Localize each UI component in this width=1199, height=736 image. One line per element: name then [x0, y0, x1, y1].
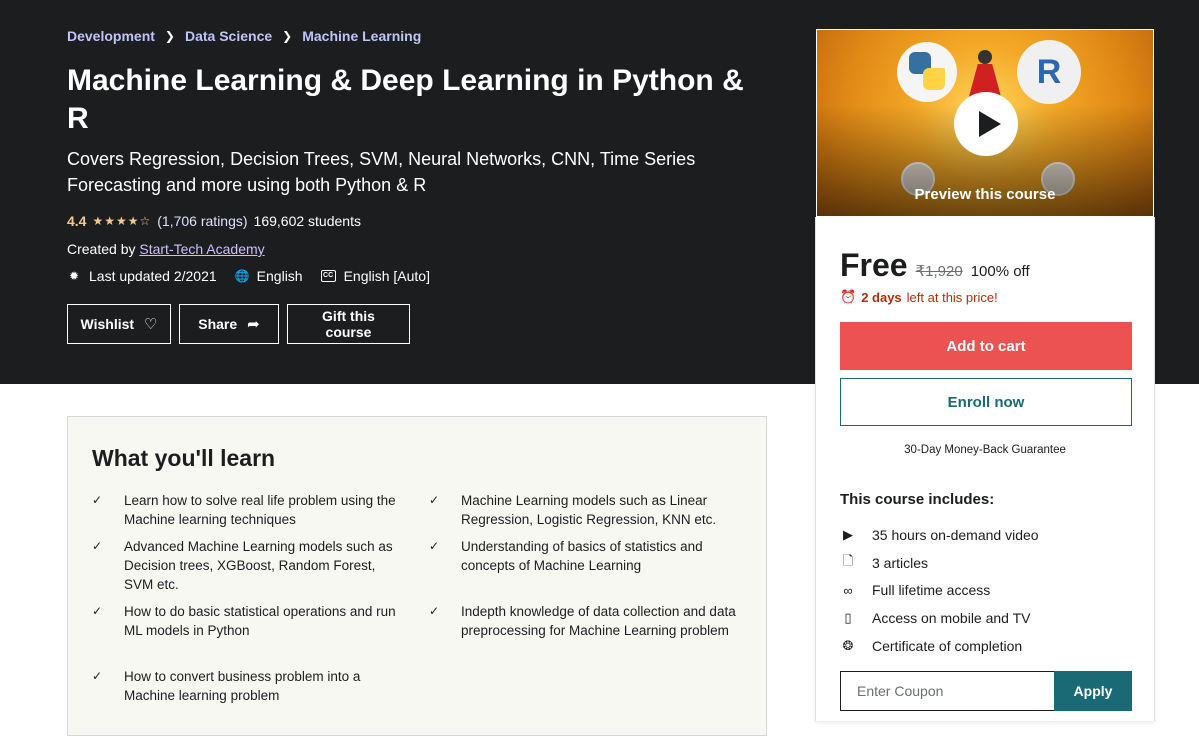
alert-badge-icon: ✹: [68, 269, 80, 283]
alarm-clock-icon: ⏰: [840, 289, 857, 304]
breadcrumb-machine-learning[interactable]: Machine Learning: [302, 28, 421, 44]
share-button[interactable]: Share ➦: [179, 304, 279, 344]
check-icon: ✓: [92, 669, 103, 683]
check-icon: ✓: [429, 493, 440, 507]
course-captions: CC English [Auto]: [320, 268, 430, 284]
learn-item: ✓ Indepth knowledge of data collection an…: [429, 602, 739, 640]
learn-text: Understanding of basics of statistics an…: [461, 539, 703, 573]
check-icon: ✓: [429, 539, 440, 553]
check-icon: ✓: [92, 539, 103, 553]
learn-text: Learn how to solve real life problem usi…: [124, 493, 396, 527]
learn-item: ✓ Learn how to solve real life problem us…: [92, 491, 402, 529]
check-icon: ✓: [92, 493, 103, 507]
chevron-right-icon: ❯: [282, 29, 293, 43]
check-icon: ✓: [92, 604, 103, 618]
add-to-cart-button[interactable]: Add to cart: [840, 322, 1132, 370]
created-by-label: Created by: [67, 241, 136, 257]
current-price: Free: [840, 247, 908, 283]
include-text: 3 articles: [872, 554, 929, 571]
course-title: Machine Learning & Deep Learning in Pyth…: [67, 64, 744, 135]
learn-text: Machine Learning models such as Linear R…: [461, 493, 717, 527]
video-icon: ▶︎: [843, 526, 853, 542]
include-item: ▶︎ 35 hours on-demand video: [840, 521, 1039, 549]
original-price: ₹1,920: [915, 263, 963, 280]
course-language: 🌐 English: [235, 268, 303, 284]
what-youll-learn: What you'll learn ✓ Learn how to solve re…: [67, 416, 767, 736]
course-subtitle: Covers Regression, Decision Trees, SVM, …: [67, 149, 696, 195]
certificate-icon: ❂: [842, 638, 854, 654]
learn-item: ✓ How to convert business problem into a …: [92, 667, 402, 705]
apply-coupon-button[interactable]: Apply: [1054, 671, 1132, 711]
include-text: 35 hours on-demand video: [872, 526, 1039, 543]
closed-captions-icon: CC: [320, 270, 336, 282]
deadline-text: left at this price!: [906, 289, 998, 305]
money-back-guarantee: 30-Day Money-Back Guarantee: [904, 444, 1066, 456]
course-meta: ✹ Last updated 2/2021 🌐 English CC Engli…: [67, 268, 430, 284]
infinity-icon: ∞: [843, 582, 853, 598]
file-icon: 🗋: [842, 552, 854, 568]
last-updated: ✹ Last updated 2/2021: [67, 268, 217, 284]
gift-label: Gift this course: [322, 308, 375, 340]
breadcrumb-development[interactable]: Development: [67, 28, 155, 44]
learn-item: ✓ Understanding of basics of statistics a…: [429, 537, 739, 575]
include-item: ∞ Full lifetime access: [840, 577, 1039, 605]
include-item: 🗋 3 articles: [840, 549, 1039, 577]
check-icon: ✓: [429, 604, 440, 618]
ratings-count-link[interactable]: (1,706 ratings): [157, 213, 247, 229]
learn-title: What you'll learn: [92, 445, 276, 471]
preview-label: Preview this course: [914, 186, 1056, 203]
purchase-card: Free ₹1,920 100% off ⏰ 2 days left at th…: [815, 217, 1155, 721]
heart-icon: ♡: [144, 316, 158, 333]
share-label: Share: [198, 316, 238, 332]
hero-actions: Wishlist ♡ Share ➦ Gift this course: [67, 304, 410, 344]
globe-icon: 🌐: [234, 269, 250, 283]
rating-value: 4.4: [67, 213, 87, 229]
enroll-now-button[interactable]: Enroll now: [840, 378, 1132, 426]
breadcrumb: Development ❯ Data Science ❯ Machine Lea…: [67, 28, 421, 44]
learn-list-right: ✓ Machine Learning models such as Linear …: [429, 491, 739, 648]
deadline-days: 2 days: [861, 289, 902, 305]
include-text: Certificate of completion: [872, 638, 1023, 655]
learn-text: How to convert business problem into a M…: [124, 669, 361, 703]
includes-list: ▶︎ 35 hours on-demand video 🗋 3 articles…: [840, 521, 1039, 660]
wishlist-button[interactable]: Wishlist ♡: [67, 304, 171, 344]
share-arrow-icon: ➦: [247, 316, 260, 333]
students-count: 169,602 students: [253, 213, 361, 229]
mobile-icon: ▯: [844, 610, 852, 626]
include-item: ▯ Access on mobile and TV: [840, 604, 1039, 632]
discount-percent: 100% off: [970, 263, 1030, 280]
captions-text: English [Auto]: [343, 268, 430, 284]
price-deadline: ⏰ 2 days left at this price!: [840, 289, 998, 305]
play-icon[interactable]: [954, 92, 1018, 156]
last-updated-text: Last updated 2/2021: [89, 268, 217, 284]
instructor-link[interactable]: Start-Tech Academy: [139, 241, 264, 257]
learn-text: Indepth knowledge of data collection and…: [461, 604, 736, 638]
price-row: Free ₹1,920 100% off: [840, 247, 1030, 284]
learn-item: ✓ How to do basic statistical operations …: [92, 602, 402, 640]
chevron-right-icon: ❯: [164, 29, 175, 43]
learn-list-left: ✓ Learn how to solve real life problem us…: [92, 491, 402, 713]
coupon-form: Apply: [840, 671, 1132, 711]
learn-text: Advanced Machine Learning models such as…: [124, 539, 393, 592]
include-text: Access on mobile and TV: [872, 610, 1031, 627]
star-rating-icon: ★★★★☆: [92, 214, 152, 228]
learn-item: ✓ Machine Learning models such as Linear …: [429, 491, 739, 529]
includes-title: This course includes:: [840, 491, 995, 508]
wishlist-label: Wishlist: [80, 316, 135, 332]
rating-row: 4.4 ★★★★☆ (1,706 ratings) 169,602 studen…: [67, 213, 361, 229]
created-by: Created by Start-Tech Academy: [67, 241, 265, 257]
course-preview-video[interactable]: R Preview this course: [816, 29, 1154, 217]
include-item: ❂ Certificate of completion: [840, 632, 1039, 660]
language-text: English: [256, 268, 303, 284]
gift-course-button[interactable]: Gift this course: [287, 304, 410, 344]
coupon-input[interactable]: [840, 671, 1054, 711]
breadcrumb-data-science[interactable]: Data Science: [185, 28, 272, 44]
learn-text: How to do basic statistical operations a…: [124, 604, 396, 638]
include-text: Full lifetime access: [872, 582, 991, 599]
learn-item: ✓ Advanced Machine Learning models such a…: [92, 537, 402, 594]
